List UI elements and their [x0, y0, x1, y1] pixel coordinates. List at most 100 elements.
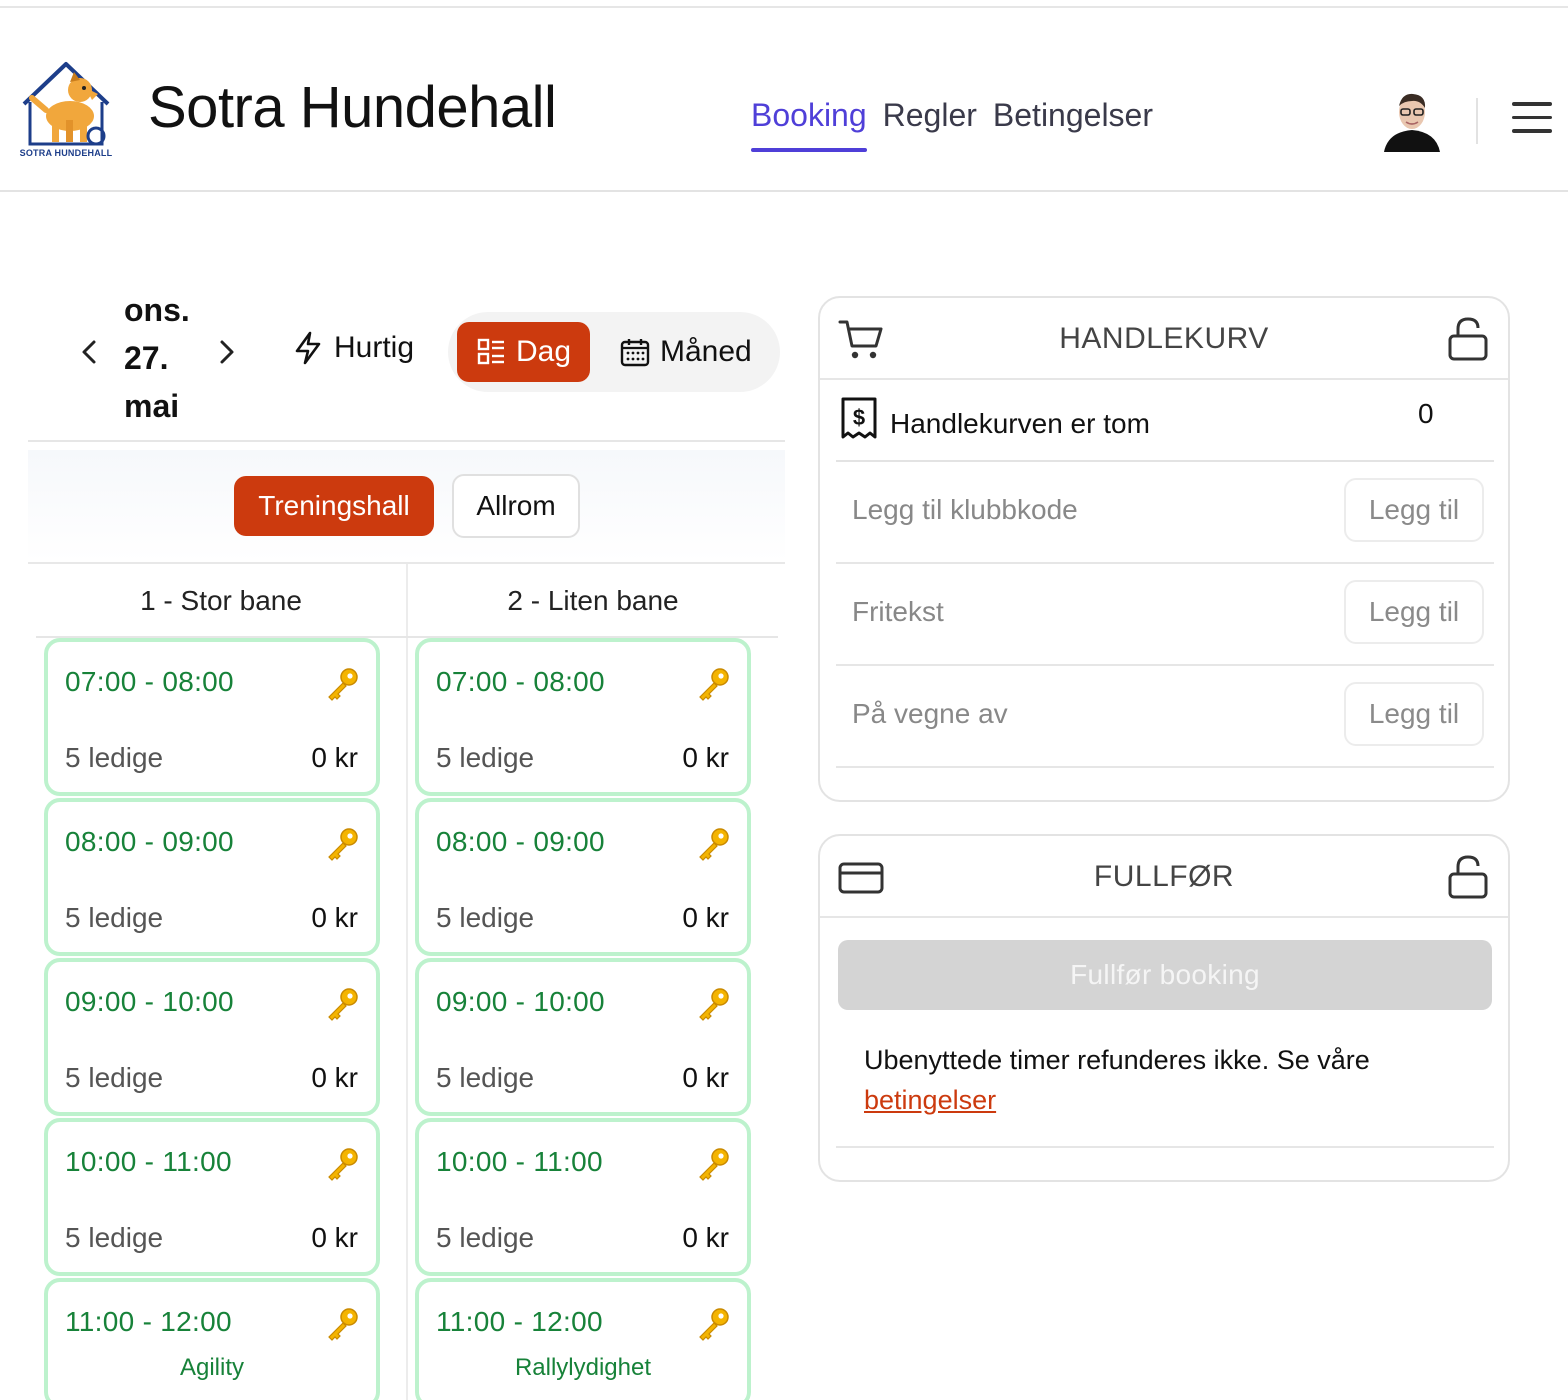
- room-allrom-button[interactable]: Allrom: [452, 474, 580, 538]
- key-icon: [695, 986, 731, 1022]
- time-slot[interactable]: 10:00 - 11:00 5 ledige 0 kr: [44, 1118, 380, 1276]
- unlock-icon[interactable]: [1446, 316, 1490, 362]
- key-icon: [695, 666, 731, 702]
- time-slot[interactable]: 10:00 - 11:00 5 ledige 0 kr: [415, 1118, 751, 1276]
- slot-time: 10:00 - 11:00: [436, 1146, 603, 1177]
- slot-price: 0 kr: [311, 902, 358, 933]
- slot-availability: 5 ledige: [65, 1222, 164, 1253]
- avatar[interactable]: [1380, 88, 1444, 154]
- slot-time: 07:00 - 08:00: [436, 666, 605, 697]
- slot-time: 09:00 - 10:00: [436, 986, 605, 1017]
- slot-price: 0 kr: [682, 1062, 729, 1093]
- slot-availability: 5 ledige: [436, 1062, 535, 1093]
- finish-header: FULLFØR: [820, 836, 1508, 918]
- slot-price: 0 kr: [311, 1222, 358, 1253]
- key-icon: [695, 1146, 731, 1182]
- slot-time: 08:00 - 09:00: [436, 826, 605, 857]
- club-code-input[interactable]: [836, 480, 1316, 540]
- time-slot[interactable]: 07:00 - 08:00 5 ledige 0 kr: [44, 638, 380, 796]
- svg-text:$: $: [853, 405, 865, 430]
- cart-empty-text: Handlekurven er tom: [890, 408, 1150, 439]
- cart-count: 0: [1418, 398, 1434, 429]
- chevron-right-icon[interactable]: [214, 336, 240, 368]
- key-icon: [324, 1146, 360, 1182]
- slot-availability: 5 ledige: [436, 1222, 535, 1253]
- app-header: SOTRA HUNDEHALL Sotra Hundehall Booking …: [0, 8, 1568, 192]
- time-slot[interactable]: 11:00 - 12:00 Agility: [44, 1278, 380, 1400]
- cart-title: HANDLEKURV: [1059, 322, 1269, 355]
- slot-time: 11:00 - 12:00: [65, 1306, 232, 1337]
- view-quick-button[interactable]: Hurtig: [292, 330, 414, 366]
- slot-availability: 5 ledige: [65, 902, 164, 933]
- slot-activity: Agility: [179, 1354, 245, 1381]
- brand-title[interactable]: Sotra Hundehall: [148, 74, 557, 141]
- calendar-icon: [620, 339, 650, 367]
- logo[interactable]: SOTRA HUNDEHALL: [18, 58, 114, 162]
- slot-activity: Rallylydighet: [514, 1354, 652, 1381]
- slot-time: 08:00 - 09:00: [65, 826, 234, 857]
- receipt-dollar-icon: $: [840, 396, 878, 440]
- column-header-liten-bane: 2 - Liten bane: [507, 585, 679, 616]
- slot-price: 0 kr: [311, 1062, 358, 1093]
- finish-title: FULLFØR: [1093, 860, 1235, 893]
- nav-betingelser[interactable]: Betingelser: [985, 94, 1161, 152]
- column-divider: [406, 564, 408, 1400]
- on-behalf-row: Legg til: [836, 666, 1494, 768]
- key-icon: [324, 1306, 360, 1342]
- nav-regler[interactable]: Regler: [875, 94, 985, 152]
- free-text-input[interactable]: [836, 582, 1316, 642]
- avatar-icon: [1384, 93, 1440, 152]
- room-treningshall-button[interactable]: Treningshall: [234, 476, 434, 536]
- slot-price: 0 kr: [311, 742, 358, 773]
- view-day-button[interactable]: Dag: [457, 322, 590, 382]
- time-slot[interactable]: 09:00 - 10:00 5 ledige 0 kr: [415, 958, 751, 1116]
- list-icon: [477, 338, 504, 365]
- main-nav: Booking Regler Betingelser: [750, 94, 1161, 152]
- terms-notice: Ubenyttede timer refunderes ikke. Se vår…: [864, 1040, 1484, 1120]
- time-slot[interactable]: 08:00 - 09:00 5 ledige 0 kr: [44, 798, 380, 956]
- free-text-row: Legg til: [836, 564, 1494, 666]
- lightning-icon: [295, 331, 321, 365]
- add-on-behalf-button[interactable]: Legg til: [1344, 682, 1484, 746]
- view-month-button[interactable]: Måned: [620, 322, 752, 382]
- slot-availability: 5 ledige: [436, 902, 535, 933]
- on-behalf-input[interactable]: [836, 684, 1316, 744]
- time-slot[interactable]: 07:00 - 08:00 5 ledige 0 kr: [415, 638, 751, 796]
- time-slot[interactable]: 09:00 - 10:00 5 ledige 0 kr: [44, 958, 380, 1116]
- key-icon: [695, 1306, 731, 1342]
- slot-time: 11:00 - 12:00: [436, 1306, 603, 1337]
- logo-text: SOTRA HUNDEHALL: [19, 148, 113, 158]
- time-slot[interactable]: 11:00 - 12:00 Rallylydighet: [415, 1278, 751, 1400]
- unlock-icon[interactable]: [1446, 854, 1490, 900]
- chevron-left-icon[interactable]: [76, 336, 102, 368]
- slot-price: 0 kr: [682, 1222, 729, 1253]
- finish-booking-button[interactable]: Fullfør booking: [838, 940, 1492, 1010]
- slot-time: 09:00 - 10:00: [65, 986, 234, 1017]
- date-month: mai: [124, 388, 180, 424]
- time-slot[interactable]: 08:00 - 09:00 5 ledige 0 kr: [415, 798, 751, 956]
- date-row-divider: [28, 440, 785, 442]
- date-weekday: ons.: [124, 292, 190, 328]
- key-icon: [324, 986, 360, 1022]
- finish-panel: FULLFØR Fullfør booking Ubenyttede timer…: [818, 834, 1510, 1182]
- column-header-stor-bane: 1 - Stor bane: [140, 585, 302, 616]
- hamburger-icon[interactable]: [1512, 102, 1554, 136]
- date-day: 27.: [124, 340, 169, 376]
- view-quick-label: Hurtig: [334, 331, 415, 364]
- key-icon: [324, 826, 360, 862]
- top-border: [0, 0, 1568, 8]
- key-icon: [695, 826, 731, 862]
- finish-divider: [836, 1146, 1494, 1148]
- add-free-text-button[interactable]: Legg til: [1344, 580, 1484, 644]
- nav-booking[interactable]: Booking: [750, 94, 875, 152]
- club-code-row: Legg til: [836, 462, 1494, 564]
- view-day-label: Dag: [515, 335, 572, 368]
- slot-price: 0 kr: [682, 902, 729, 933]
- key-icon: [324, 666, 360, 702]
- view-month-label: Måned: [660, 335, 752, 368]
- terms-text: Ubenyttede timer refunderes ikke. Se vår…: [864, 1045, 1370, 1075]
- cart-empty-row: $ Handlekurven er tom 0: [836, 380, 1494, 462]
- add-club-code-button[interactable]: Legg til: [1344, 478, 1484, 542]
- terms-link[interactable]: betingelser: [864, 1085, 996, 1115]
- slot-availability: 5 ledige: [65, 1062, 164, 1093]
